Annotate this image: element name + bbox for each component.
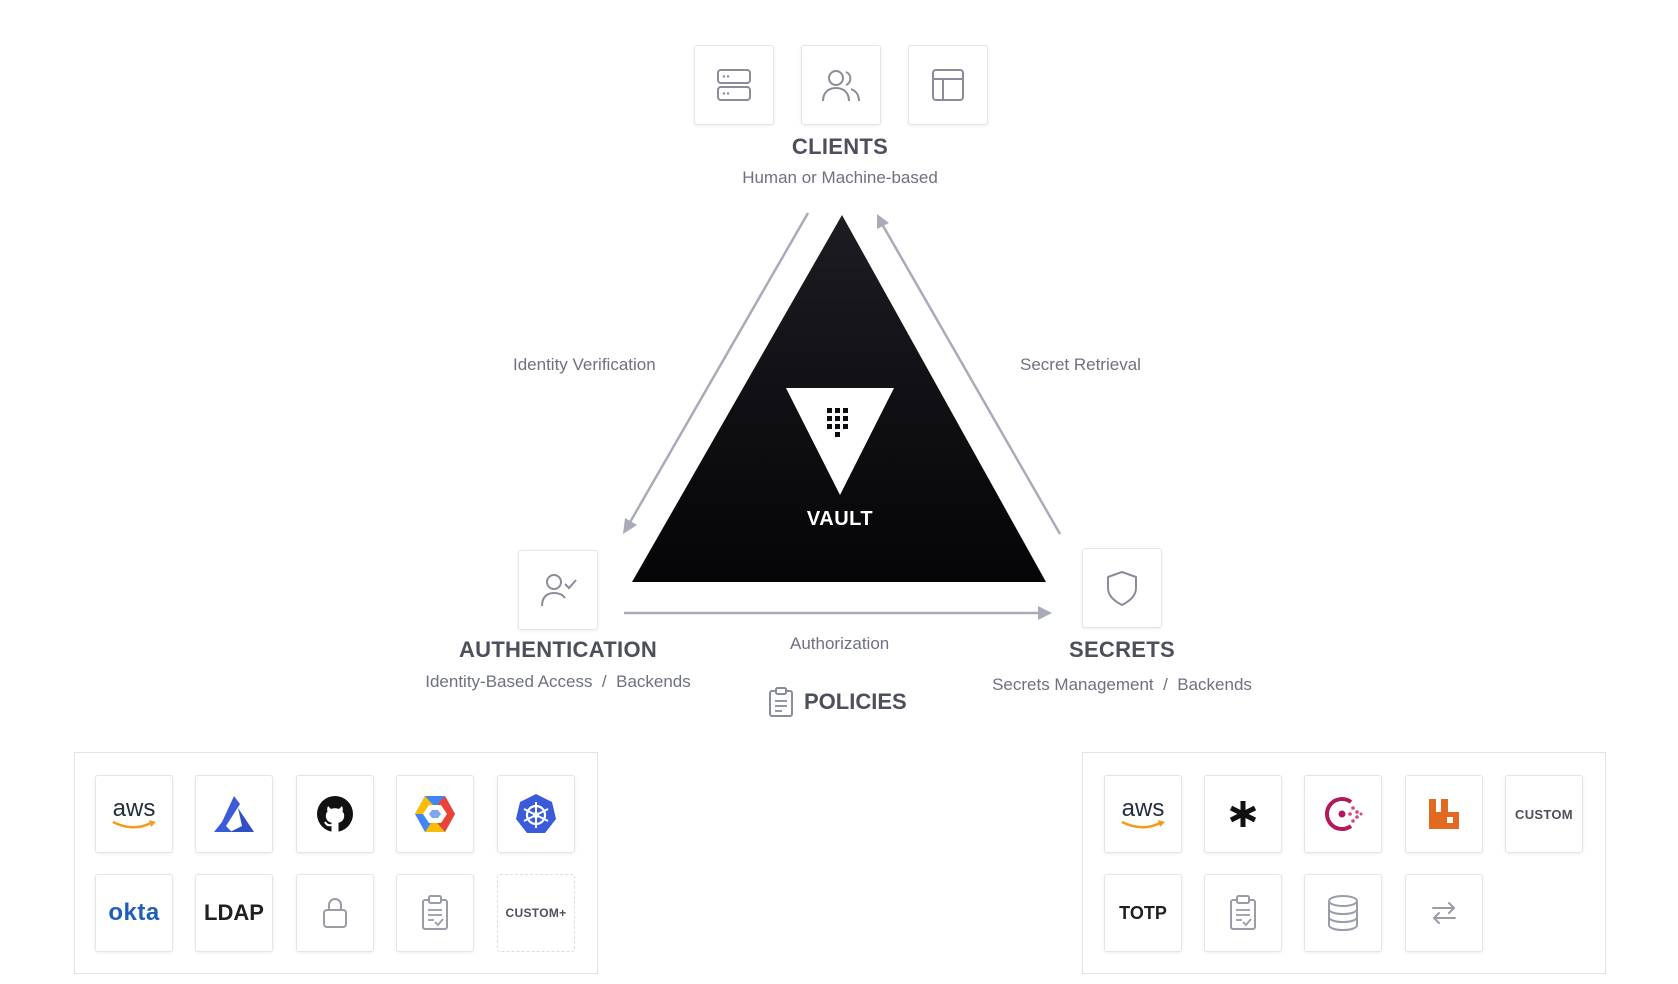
aws-smile-icon xyxy=(1121,820,1165,829)
secret-database-tile xyxy=(1304,874,1382,952)
github-icon xyxy=(317,796,353,832)
authorization-arrow xyxy=(624,606,1052,620)
auth-custom-tile: CUSTOM+ xyxy=(497,874,575,952)
shield-icon xyxy=(1107,571,1137,606)
star-icon xyxy=(1229,801,1257,827)
clipboard-check-icon xyxy=(422,895,448,930)
clipboard-icon xyxy=(769,687,793,717)
auth-gcp-tile xyxy=(396,775,474,853)
rabbitmq-icon xyxy=(1429,799,1459,829)
aws-logo-text: aws xyxy=(1121,795,1165,822)
aws-logo-text: aws xyxy=(112,795,156,822)
secret-consul-tile xyxy=(1304,775,1382,853)
secret-transit-tile xyxy=(1405,874,1483,952)
secret-rabbitmq-tile xyxy=(1405,775,1483,853)
auth-azure-tile xyxy=(195,775,273,853)
ldap-label: LDAP xyxy=(204,900,264,925)
policies: POLICIES xyxy=(768,686,907,718)
identity-verification-label: Identity Verification xyxy=(513,355,656,374)
auth-approle-tile xyxy=(396,874,474,952)
auth-userpass-tile xyxy=(296,874,374,952)
vault-label: VAULT xyxy=(806,508,874,530)
lock-icon xyxy=(323,898,347,928)
aws-smile-icon xyxy=(112,820,156,829)
secret-totp-tile: TOTP xyxy=(1104,874,1182,952)
okta-logo-text: okta xyxy=(108,899,160,926)
secret-aws-tile: aws xyxy=(1104,775,1182,853)
consul-icon xyxy=(1325,797,1363,831)
secret-star-tile xyxy=(1204,775,1282,853)
auth-kubernetes-tile xyxy=(497,775,575,853)
azure-icon xyxy=(214,796,254,832)
secrets-subtitle: Secrets Management / Backends xyxy=(992,675,1252,694)
authorization-label: Authorization xyxy=(790,634,890,653)
auth-ldap-tile: LDAP xyxy=(195,874,273,952)
auth-github-tile xyxy=(296,775,374,853)
kubernetes-icon xyxy=(516,794,556,833)
clipboard-check-icon xyxy=(1230,895,1256,930)
policies-title: POLICIES xyxy=(804,689,907,714)
authentication-title: AUTHENTICATION xyxy=(458,637,658,662)
arrows-exchange-icon xyxy=(1432,902,1456,924)
totp-label: TOTP xyxy=(1119,902,1167,923)
secrets-tile xyxy=(1082,548,1162,628)
google-cloud-icon xyxy=(415,796,455,832)
secrets-title: SECRETS xyxy=(1068,637,1175,662)
authentication-subtitle: Identity-Based Access / Backends xyxy=(425,672,691,691)
database-icon xyxy=(1328,895,1358,932)
user-check-icon xyxy=(541,574,577,607)
secret-retrieval-label: Secret Retrieval xyxy=(1020,355,1141,374)
auth-aws-tile: aws xyxy=(95,775,173,853)
auth-okta-tile: okta xyxy=(95,874,173,952)
authentication-tile xyxy=(518,550,598,630)
secret-custom-label: CUSTOM xyxy=(1515,806,1573,822)
auth-custom-label: CUSTOM+ xyxy=(505,906,567,920)
secret-kv-tile xyxy=(1204,874,1282,952)
secret-custom-tile: CUSTOM xyxy=(1505,775,1583,853)
